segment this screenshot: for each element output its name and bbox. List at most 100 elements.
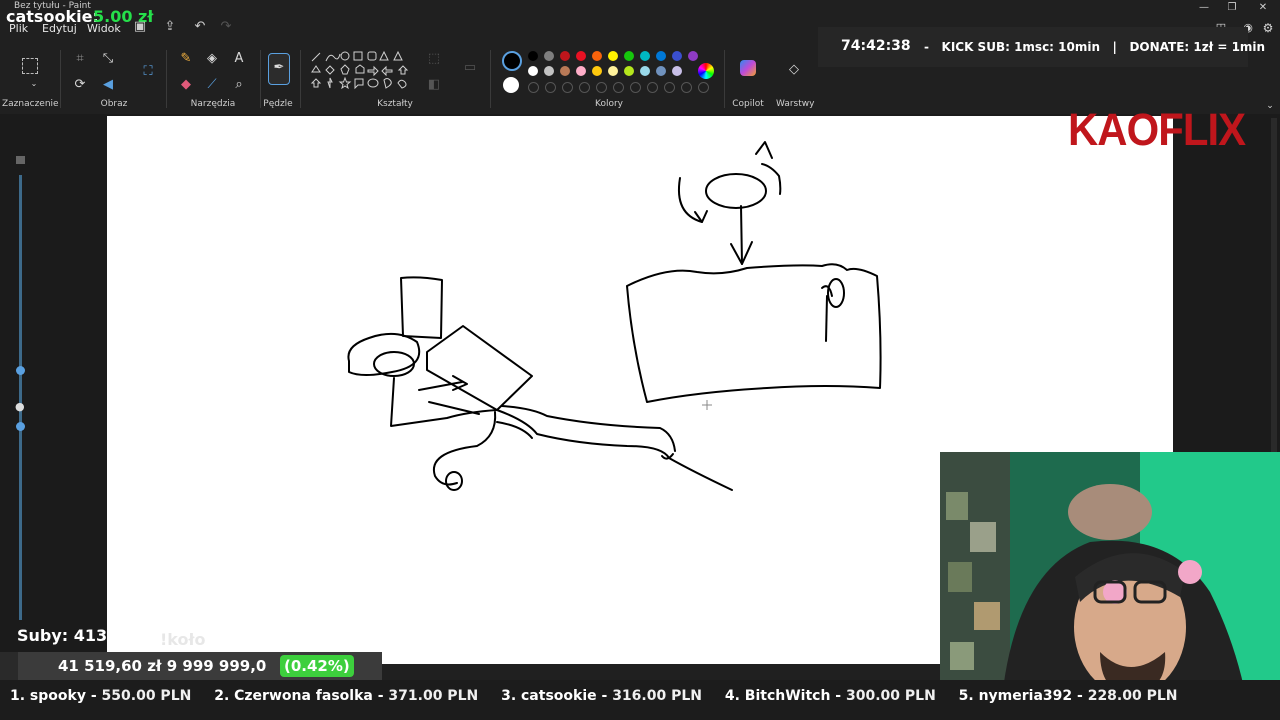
size-slider-thumb[interactable] — [16, 366, 25, 375]
secondary-color-swatch[interactable] — [503, 77, 519, 93]
settings-icon[interactable]: ⚙ — [1260, 20, 1276, 36]
custom-color-slot[interactable] — [630, 82, 641, 93]
subathon-info: - KICK SUB: 1msc: 10min | DONATE: 1zł = … — [924, 40, 1266, 54]
copilot-icon[interactable] — [740, 60, 756, 76]
subathon-timer: 74:42:38 — [841, 38, 911, 54]
minimize-icon[interactable]: — — [1194, 2, 1214, 16]
ticker-item: 5. nymeria392 - 228.00 PLN — [958, 688, 1178, 704]
magnifier-icon[interactable]: ⌕ — [231, 77, 247, 93]
image-select-icon[interactable]: ⛶ — [140, 64, 156, 80]
rotate-icon[interactable]: ⟳ — [72, 77, 88, 93]
group-label-selection: Zaznaczenie — [2, 99, 59, 109]
divider — [166, 50, 167, 108]
share-icon[interactable]: ⇪ — [162, 19, 178, 35]
group-label-brushes: Pędzle — [263, 99, 293, 109]
group-label-shapes: Kształty — [377, 99, 413, 109]
custom-color-slot[interactable] — [596, 82, 607, 93]
divider — [260, 50, 261, 108]
custom-color-slot[interactable] — [664, 82, 675, 93]
undo-icon[interactable]: ↶ — [192, 19, 208, 35]
color-swatch[interactable] — [576, 51, 586, 61]
opacity-slider-thumb[interactable] — [16, 422, 25, 431]
resize-icon[interactable]: ⤡ — [100, 51, 116, 67]
eraser-icon[interactable]: ◆ — [178, 77, 194, 93]
custom-color-slot[interactable] — [647, 82, 658, 93]
custom-color-slot[interactable] — [681, 82, 692, 93]
donation-goal-text: 41 519,60 zł 9 999 999,0 — [58, 657, 267, 675]
custom-colors-row — [528, 82, 709, 93]
pencil-icon[interactable]: ✎ — [178, 51, 194, 67]
outline-icon[interactable]: ⬚ — [426, 51, 442, 67]
divider — [490, 50, 491, 108]
group-label-image: Obraz — [100, 99, 128, 109]
color-swatch[interactable] — [560, 66, 570, 76]
color-swatch[interactable] — [592, 51, 602, 61]
custom-color-slot[interactable] — [528, 82, 539, 93]
save-icon[interactable]: ▣ — [132, 19, 148, 35]
color-swatch[interactable] — [688, 51, 698, 61]
text-icon[interactable]: A — [231, 51, 247, 67]
divider — [724, 50, 725, 108]
brush-icon: ✒ — [273, 60, 285, 75]
donation-goal-fill — [0, 652, 18, 680]
color-swatch[interactable] — [560, 51, 570, 61]
color-swatch[interactable] — [640, 51, 650, 61]
donation-goal-percent: (0.42%) — [280, 655, 354, 677]
brush-size-icon — [16, 156, 25, 164]
shape-fill-icon[interactable]: ◧ — [426, 77, 442, 93]
color-swatch[interactable] — [624, 66, 634, 76]
collapse-ribbon-icon[interactable]: ⌄ — [1262, 98, 1278, 114]
menu-file[interactable]: Plik — [9, 22, 28, 35]
palette-row — [528, 51, 698, 61]
custom-color-slot[interactable] — [562, 82, 573, 93]
group-label-copilot: Copilot — [732, 99, 764, 109]
subs-counter: Suby: 4138/50 — [17, 626, 147, 645]
color-swatch[interactable] — [528, 51, 538, 61]
color-swatch[interactable] — [608, 66, 618, 76]
menu-view[interactable]: Widok — [87, 22, 121, 35]
custom-color-slot[interactable] — [613, 82, 624, 93]
brush-button[interactable]: ✒ — [268, 53, 290, 85]
size-slider-track[interactable] — [19, 175, 22, 620]
redo-icon[interactable]: ↷ — [218, 19, 234, 35]
edit-colors-icon[interactable] — [698, 63, 714, 79]
close-icon[interactable]: ✕ — [1253, 2, 1273, 16]
custom-color-slot[interactable] — [698, 82, 709, 93]
color-swatch[interactable] — [592, 66, 602, 76]
color-swatch[interactable] — [672, 51, 682, 61]
palette-row — [528, 66, 682, 76]
color-swatch[interactable] — [640, 66, 650, 76]
color-swatch[interactable] — [608, 51, 618, 61]
ticker-item: 2. Czerwona fasolka - 371.00 PLN — [214, 688, 479, 704]
command-hint: !koło — [160, 630, 206, 649]
menu-edit[interactable]: Edytuj — [42, 22, 77, 35]
custom-color-slot[interactable] — [579, 82, 590, 93]
color-swatch[interactable] — [544, 51, 554, 61]
chevron-down-icon[interactable]: ⌄ — [26, 76, 42, 92]
color-swatch[interactable] — [656, 66, 666, 76]
color-swatch[interactable] — [624, 51, 634, 61]
color-swatch[interactable] — [528, 66, 538, 76]
divider — [60, 50, 61, 108]
ticker-item: 4. BitchWitch - 300.00 PLN — [724, 688, 936, 704]
selection-icon[interactable] — [22, 58, 38, 74]
fill-shape-icon[interactable]: ▭ — [462, 60, 478, 76]
custom-color-slot[interactable] — [545, 82, 556, 93]
color-swatch[interactable] — [576, 66, 586, 76]
restore-icon[interactable]: ❐ — [1222, 2, 1242, 16]
layers-icon[interactable]: ◇ — [786, 62, 802, 78]
flip-icon[interactable]: ◀ — [100, 77, 116, 93]
top-donors-ticker: 1. spooky - 550.00 PLN 2. Czerwona fasol… — [0, 688, 1280, 710]
group-label-layers: Warstwy — [776, 99, 815, 109]
shapes-gallery[interactable] — [308, 50, 412, 96]
group-label-tools: Narzędzia — [190, 99, 236, 109]
primary-color-swatch[interactable] — [502, 51, 522, 71]
color-swatch[interactable] — [672, 66, 682, 76]
color-swatch[interactable] — [544, 66, 554, 76]
color-picker-icon[interactable]: ⟋ — [204, 77, 220, 93]
color-swatch[interactable] — [656, 51, 666, 61]
divider — [300, 50, 301, 108]
crop-icon[interactable]: ⌗ — [72, 51, 88, 67]
fill-icon[interactable]: ◈ — [204, 51, 220, 67]
ticker-item: 3. catsookie - 316.00 PLN — [501, 688, 702, 704]
